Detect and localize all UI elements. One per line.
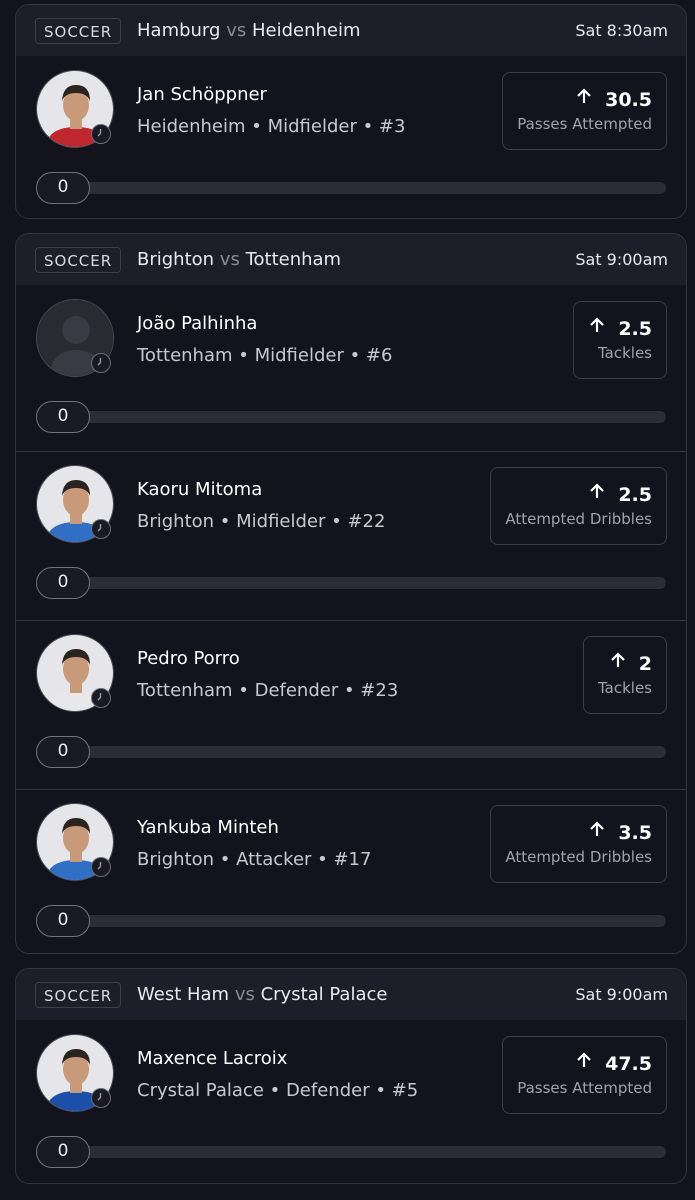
player-row[interactable]: Maxence Lacroix Crystal Palace • Defender…: [16, 1021, 686, 1183]
game-card: SOCCER Hamburg vs Heidenheim Sat 8:30am …: [15, 4, 687, 219]
clock-icon: [91, 519, 111, 539]
stat-line: 2: [598, 651, 652, 677]
progress-count: 0: [36, 736, 90, 768]
progress-bar: [64, 746, 666, 758]
clock-icon: [91, 857, 111, 877]
stat-line-value: 30.5: [605, 89, 652, 111]
vs-label: vs: [226, 20, 247, 41]
arrow-up-icon: [609, 651, 627, 675]
stat-line-button[interactable]: 30.5 Passes Attempted: [502, 72, 667, 150]
sport-badge: SOCCER: [35, 247, 122, 273]
player-name: Jan Schöppner: [137, 84, 267, 105]
stat-label: Passes Attempted: [517, 1078, 652, 1097]
stat-line-value: 47.5: [605, 1053, 652, 1075]
player-name: Kaoru Mitoma: [137, 479, 263, 500]
home-team: West Ham: [137, 984, 230, 1005]
game-header: SOCCER West Ham vs Crystal Palace Sat 9:…: [16, 969, 686, 1020]
matchup[interactable]: Hamburg vs Heidenheim: [137, 18, 361, 44]
arrow-up-icon: [588, 316, 606, 340]
player-name: Yankuba Minteh: [137, 817, 279, 838]
arrow-up-icon: [575, 1051, 593, 1075]
matchup[interactable]: Brighton vs Tottenham: [137, 247, 341, 273]
player-name: Pedro Porro: [137, 648, 240, 669]
stat-label: Attempted Dribbles: [505, 509, 652, 528]
player-meta: Brighton • Attacker • #17: [137, 849, 372, 870]
vs-label: vs: [234, 984, 255, 1005]
stat-label: Passes Attempted: [517, 114, 652, 133]
player-row[interactable]: Yankuba Minteh Brighton • Attacker • #17 3…: [16, 789, 686, 953]
clock-icon: [91, 1088, 111, 1108]
stat-line: 47.5: [517, 1051, 652, 1077]
game-header: SOCCER Brighton vs Tottenham Sat 9:00am: [16, 234, 686, 285]
progress-bar: [64, 182, 666, 194]
progress-count: 0: [36, 172, 90, 204]
stat-line-button[interactable]: 2.5 Attempted Dribbles: [490, 467, 667, 545]
stat-line-value: 2.5: [618, 484, 652, 506]
player-name: Maxence Lacroix: [137, 1048, 288, 1069]
arrow-up-icon: [575, 87, 593, 111]
progress-bar: [64, 411, 666, 423]
stat-line: 2.5: [505, 482, 652, 508]
away-team: Crystal Palace: [260, 984, 388, 1005]
stat-line-value: 3.5: [618, 822, 652, 844]
match-time: Sat 8:30am: [575, 21, 668, 40]
progress-count: 0: [36, 905, 90, 937]
stat-label: Tackles: [597, 343, 652, 362]
stat-line-value: 2: [638, 653, 652, 675]
player-meta: Tottenham • Midfielder • #6: [137, 345, 393, 366]
matchup[interactable]: West Ham vs Crystal Palace: [137, 982, 387, 1008]
progress-count: 0: [36, 401, 90, 433]
stat-line: 30.5: [517, 87, 652, 113]
progress-count: 0: [36, 1136, 90, 1168]
vs-label: vs: [219, 249, 240, 270]
player-meta: Heidenheim • Midfielder • #3: [137, 116, 406, 137]
stat-line: 3.5: [505, 820, 652, 846]
stat-line-button[interactable]: 3.5 Attempted Dribbles: [490, 805, 667, 883]
home-team: Brighton: [137, 249, 215, 270]
player-meta: Brighton • Midfielder • #22: [137, 511, 386, 532]
stat-line-value: 2.5: [618, 318, 652, 340]
game-card: SOCCER West Ham vs Crystal Palace Sat 9:…: [15, 968, 687, 1184]
clock-icon: [91, 688, 111, 708]
player-row[interactable]: Jan Schöppner Heidenheim • Midfielder • #…: [16, 57, 686, 218]
away-team: Heidenheim: [251, 20, 361, 41]
home-team: Hamburg: [137, 20, 221, 41]
player-row[interactable]: João Palhinha Tottenham • Midfielder • #6…: [16, 286, 686, 455]
stat-label: Attempted Dribbles: [505, 847, 652, 866]
arrow-up-icon: [588, 482, 606, 506]
player-name: João Palhinha: [137, 313, 258, 334]
match-time: Sat 9:00am: [575, 985, 668, 1004]
player-meta: Tottenham • Defender • #23: [137, 680, 399, 701]
game-header: SOCCER Hamburg vs Heidenheim Sat 8:30am: [16, 5, 686, 56]
sport-badge: SOCCER: [35, 982, 122, 1008]
match-time: Sat 9:00am: [575, 250, 668, 269]
player-meta: Crystal Palace • Defender • #5: [137, 1080, 419, 1101]
stat-label: Tackles: [597, 678, 652, 697]
arrow-up-icon: [588, 820, 606, 844]
away-team: Tottenham: [245, 249, 342, 270]
stat-line-button[interactable]: 47.5 Passes Attempted: [502, 1036, 667, 1114]
progress-bar: [64, 577, 666, 589]
player-row[interactable]: Pedro Porro Tottenham • Defender • #23 2 Ta…: [16, 620, 686, 790]
clock-icon: [91, 124, 111, 144]
clock-icon: [91, 353, 111, 373]
progress-count: 0: [36, 567, 90, 599]
sport-badge: SOCCER: [35, 18, 122, 44]
player-row[interactable]: Kaoru Mitoma Brighton • Midfielder • #22 2…: [16, 451, 686, 621]
progress-bar: [64, 1146, 666, 1158]
stat-line: 2.5: [588, 316, 652, 342]
stat-line-button[interactable]: 2.5 Tackles: [573, 301, 667, 379]
stat-line-button[interactable]: 2 Tackles: [582, 636, 667, 714]
game-card: SOCCER Brighton vs Tottenham Sat 9:00am …: [15, 233, 687, 954]
progress-bar: [64, 915, 666, 927]
